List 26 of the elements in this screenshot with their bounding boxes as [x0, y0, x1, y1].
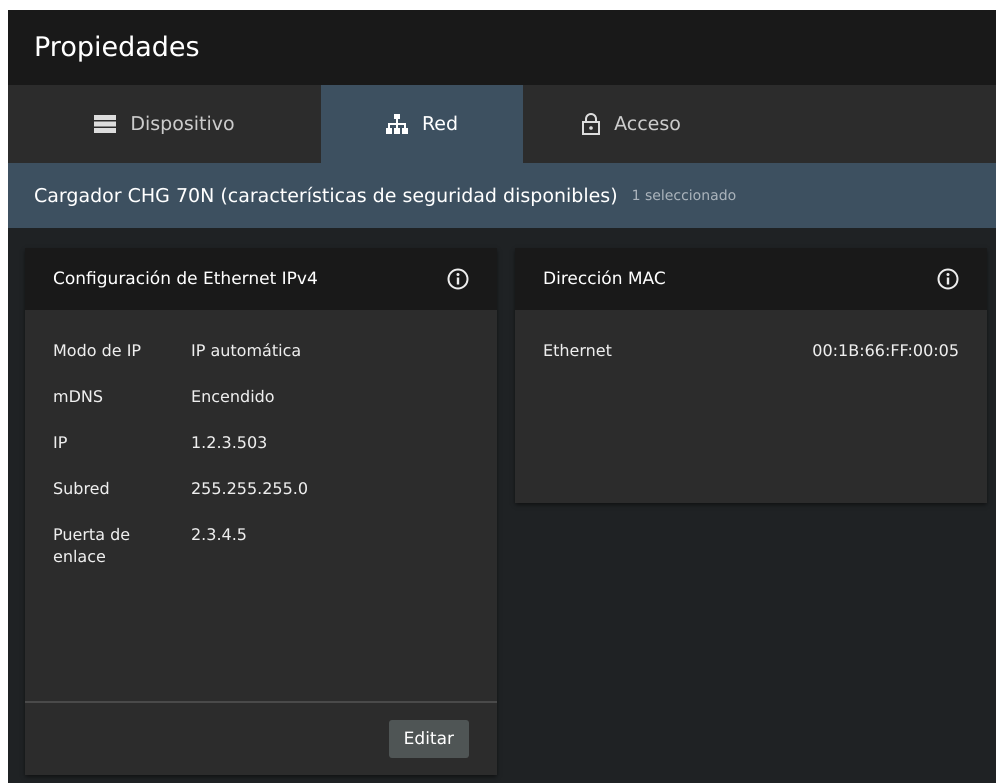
tab[interactable]: Acceso — [523, 85, 740, 163]
field-label: Puerta de enlace — [53, 524, 132, 568]
field-value: 255.255.255.0 — [191, 478, 310, 500]
field-value: Encendido — [191, 386, 276, 408]
field-label: Ethernet — [543, 340, 613, 362]
card-title: Dirección MAC — [543, 269, 666, 289]
card-title: Configuración de Ethernet IPv4 — [53, 269, 318, 289]
selection-count: 1 seleccionado — [632, 188, 736, 204]
lock-icon — [582, 113, 600, 135]
info-icon[interactable] — [937, 268, 959, 290]
field-label: Subred — [53, 478, 111, 500]
tab[interactable]: Red — [321, 85, 523, 163]
field-value: 1.2.3.503 — [191, 432, 268, 454]
field-value: 2.3.4.5 — [191, 524, 248, 546]
window-title: Propiedades — [34, 32, 200, 63]
tab[interactable]: Dispositivo — [8, 85, 321, 163]
field-label: Modo de IP — [53, 340, 142, 362]
field-value: 00:1B:66:FF:00:05 — [812, 340, 959, 362]
field-value: IP automática — [191, 340, 302, 362]
edit-button[interactable]: Editar — [388, 720, 469, 758]
info-icon[interactable] — [447, 268, 469, 290]
field-label: mDNS — [53, 386, 104, 408]
server-icon — [94, 115, 116, 133]
device-title: Cargador CHG 70N (características de seguridad disponibles) — [34, 184, 618, 206]
network-icon — [386, 114, 408, 134]
field-label: IP — [53, 432, 68, 454]
